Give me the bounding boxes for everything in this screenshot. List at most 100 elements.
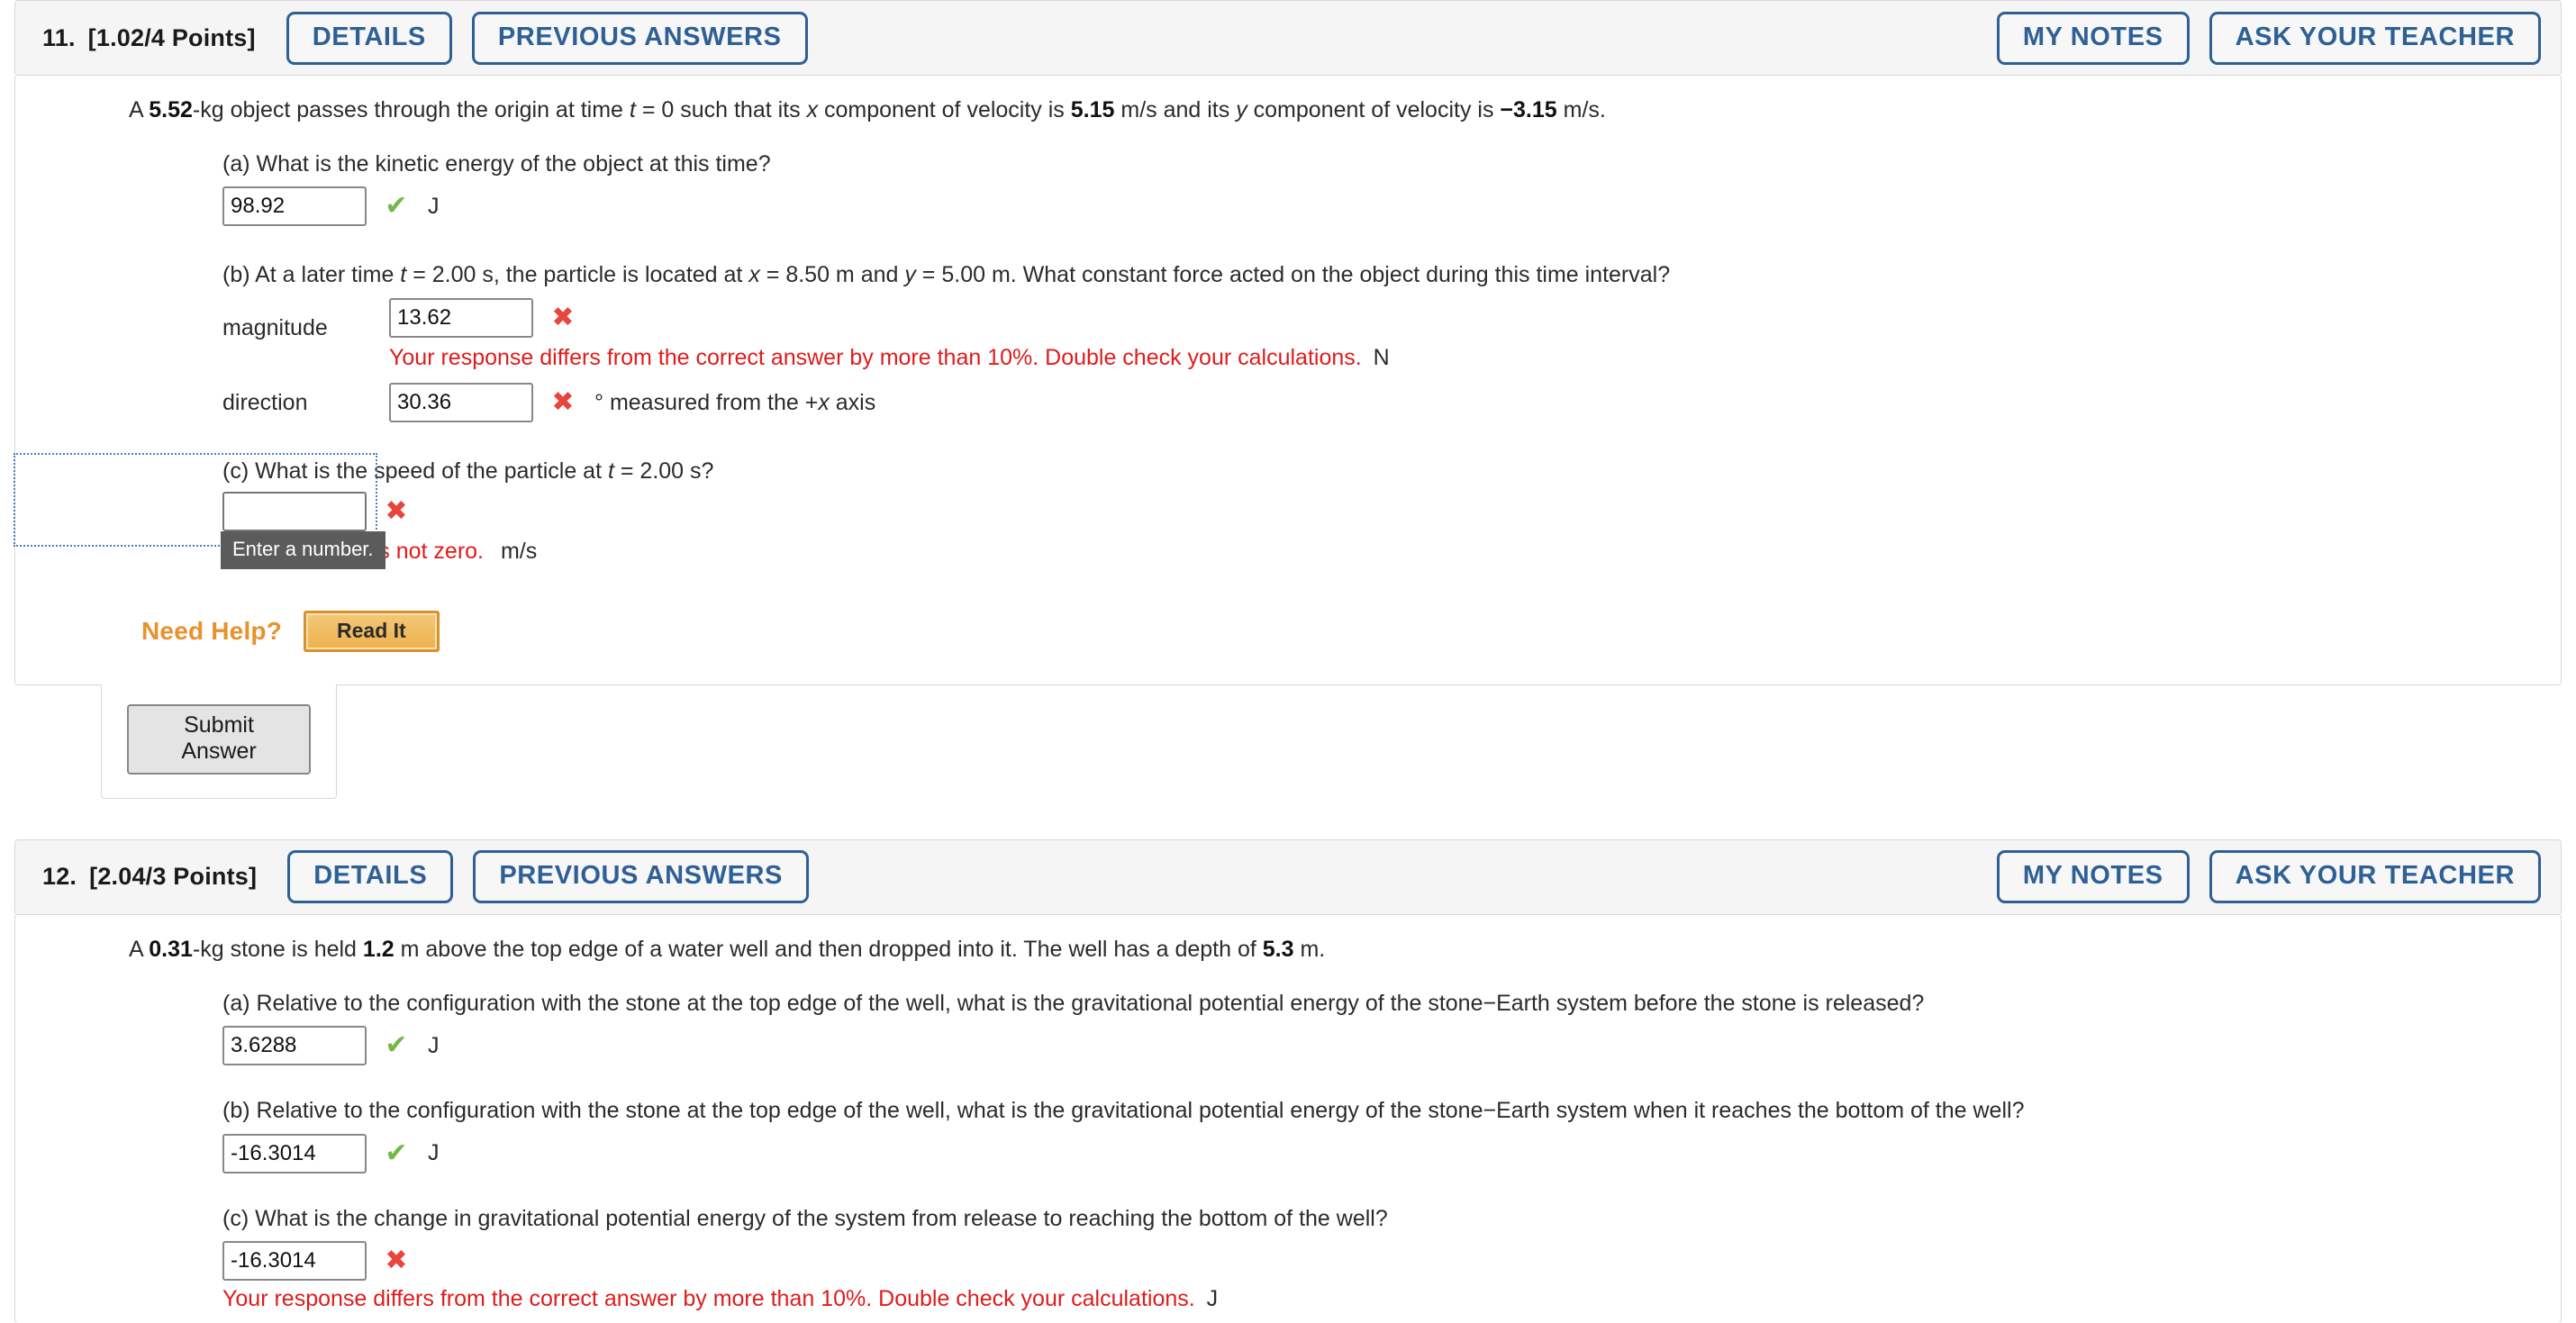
- problem-12-points: [2.04/3 Points]: [89, 863, 258, 891]
- part-c-error-row: swer is not zero. m/s Enter a number.: [221, 530, 2561, 573]
- problem-11-need-help: Need Help? Read It: [15, 610, 2561, 652]
- part-b-question: (b) Relative to the configuration with t…: [222, 1098, 2025, 1123]
- problem-11-part-b: (b) At a later time t = 2.00 s, the part…: [15, 260, 2561, 423]
- problem-11-header: 11. [1.02/4 Points] DETAILS PREVIOUS ANS…: [14, 0, 2562, 76]
- previous-answers-button[interactable]: PREVIOUS ANSWERS: [471, 11, 808, 65]
- problem-11-left-buttons: DETAILS PREVIOUS ANSWERS: [286, 11, 808, 65]
- assignment-page: 11. [1.02/4 Points] DETAILS PREVIOUS ANS…: [0, 0, 2576, 1323]
- stmt-text: m.: [1293, 936, 1326, 962]
- part-c-input[interactable]: [222, 491, 367, 531]
- part-c-answer-row: ✖: [222, 491, 2561, 531]
- problem-12-right-buttons: MY NOTES ASK YOUR TEACHER: [1996, 850, 2541, 904]
- part-c-question: (c) What is the speed of the particle at…: [222, 457, 2561, 486]
- problem-11-number: 11.: [42, 23, 76, 51]
- need-help-label: Need Help?: [141, 616, 283, 645]
- stmt-text: component of velocity is: [1247, 97, 1501, 122]
- correct-check-icon: ✔: [385, 191, 408, 222]
- stmt-text: m/s and its: [1114, 97, 1237, 122]
- problem-11: 11. [1.02/4 Points] DETAILS PREVIOUS ANS…: [0, 0, 2576, 800]
- part-b-magnitude-error: Your response differs from the correct a…: [389, 344, 1362, 370]
- unit-text: ° measured from the +: [594, 389, 819, 415]
- problem-12-part-a: (a) Relative to the configuration with t…: [15, 989, 2561, 1065]
- correct-check-icon: ✔: [385, 1137, 408, 1168]
- part-c-unit: J: [1206, 1286, 1219, 1311]
- stmt-text: = 0 such that its: [635, 97, 807, 122]
- part-c-error-row: Your response differs from the correct a…: [222, 1284, 2561, 1314]
- part-a-answer-row: ✔ J: [222, 186, 2561, 227]
- part-b-text: = 5.00 m. What constant force acted on t…: [915, 262, 1671, 288]
- part-b-input[interactable]: [222, 1133, 367, 1173]
- stmt-text: component of velocity is: [818, 97, 1071, 122]
- stmt-vy: −3.15: [1500, 97, 1557, 122]
- part-c-var-t: t: [607, 458, 614, 485]
- enter-a-number-tooltip: Enter a number.: [221, 530, 385, 569]
- problem-12-body: A 0.31-kg stone is held 1.2 m above the …: [14, 914, 2562, 1323]
- read-it-button[interactable]: Read It: [304, 610, 440, 652]
- my-notes-button[interactable]: MY NOTES: [1996, 850, 2190, 904]
- my-notes-button[interactable]: MY NOTES: [1996, 11, 2190, 65]
- unit-var-x: x: [818, 389, 830, 415]
- stmt-text: m/s.: [1556, 97, 1606, 122]
- problem-12: 12. [2.04/3 Points] DETAILS PREVIOUS ANS…: [0, 838, 2576, 1323]
- problem-11-points: [1.02/4 Points]: [87, 23, 256, 51]
- part-b-direction-input[interactable]: [389, 383, 533, 423]
- problem-11-submit-wrap: Submit Answer: [101, 684, 337, 799]
- part-c-text: (c) What is the speed of the particle at: [222, 458, 608, 485]
- part-b-var-y: y: [904, 262, 916, 288]
- part-b-answer-row: ✔ J: [222, 1133, 2561, 1173]
- part-a-answer-row: ✔ J: [222, 1026, 2561, 1065]
- problem-12-header: 12. [2.04/3 Points] DETAILS PREVIOUS ANS…: [14, 838, 2562, 915]
- stmt-var-x: x: [806, 97, 819, 122]
- stmt-text: -kg stone is held: [192, 936, 363, 962]
- incorrect-cross-icon: ✖: [385, 1246, 408, 1275]
- problem-11-part-c: (c) What is the speed of the particle at…: [14, 453, 2561, 573]
- part-b-text: = 2.00 s, the particle is located at: [406, 262, 749, 288]
- incorrect-cross-icon: ✖: [551, 303, 575, 333]
- stmt-height: 1.2: [362, 936, 395, 962]
- correct-check-icon: ✔: [385, 1030, 408, 1060]
- part-a-unit: J: [428, 193, 440, 219]
- part-a-question: (a) What is the kinetic energy of the ob…: [222, 150, 771, 177]
- part-b-magnitude-error-row: Your response differs from the correct a…: [389, 343, 2561, 373]
- problem-11-right-buttons: MY NOTES ASK YOUR TEACHER: [1996, 11, 2541, 65]
- ask-your-teacher-button[interactable]: ASK YOUR TEACHER: [2209, 850, 2541, 904]
- magnitude-label: magnitude: [222, 314, 328, 340]
- stmt-text: m above the top edge of a water well and…: [394, 936, 1263, 962]
- problem-11-body: A 5.52-kg object passes through the orig…: [14, 76, 2562, 685]
- part-a-input[interactable]: [222, 1026, 367, 1065]
- stmt-text: A: [129, 97, 150, 122]
- problem-11-statement: A 5.52-kg object passes through the orig…: [15, 76, 2561, 126]
- stmt-text: -kg object passes through the origin at …: [192, 97, 630, 122]
- direction-label: direction: [222, 389, 308, 415]
- part-b-magnitude-group: magnitude ✖ Your response differs from t…: [222, 295, 2561, 373]
- incorrect-cross-icon: ✖: [551, 387, 575, 418]
- problem-12-left-buttons: DETAILS PREVIOUS ANSWERS: [287, 850, 809, 904]
- part-b-magnitude-unit: N: [1373, 344, 1390, 370]
- part-c-unit: m/s: [500, 538, 538, 564]
- part-c-text: = 2.00 s?: [613, 458, 714, 485]
- problem-12-statement: A 0.31-kg stone is held 1.2 m above the …: [15, 915, 2561, 965]
- ask-your-teacher-button[interactable]: ASK YOUR TEACHER: [2209, 11, 2541, 65]
- part-c-question: (c) What is the change in gravitational …: [222, 1205, 1388, 1231]
- part-b-direction-unit: ° measured from the +x axis: [594, 390, 875, 416]
- stmt-vx: 5.15: [1070, 97, 1115, 122]
- stmt-var-t: t: [629, 97, 636, 122]
- stmt-depth: 5.3: [1262, 936, 1294, 962]
- part-a-question: (a) Relative to the configuration with t…: [222, 990, 1925, 1016]
- problem-12-part-b: (b) Relative to the configuration with t…: [15, 1096, 2561, 1173]
- part-b-var-x: x: [748, 262, 760, 288]
- details-button[interactable]: DETAILS: [287, 850, 454, 904]
- submit-answer-button[interactable]: Submit Answer: [127, 703, 311, 775]
- part-c-input[interactable]: [222, 1241, 367, 1281]
- stmt-var-y: y: [1236, 97, 1247, 122]
- part-a-input[interactable]: [222, 186, 367, 227]
- stmt-text: A: [129, 936, 150, 962]
- part-b-magnitude-input[interactable]: [389, 298, 533, 339]
- part-b-text: (b) At a later time: [222, 262, 401, 288]
- previous-answers-button[interactable]: PREVIOUS ANSWERS: [473, 850, 809, 904]
- details-button[interactable]: DETAILS: [286, 11, 452, 65]
- unit-text: axis: [829, 389, 876, 415]
- part-b-direction-row: direction ✖ ° measured from the +x axis: [222, 383, 2561, 423]
- problem-12-part-c: (c) What is the change in gravitational …: [15, 1204, 2561, 1314]
- part-b-question: (b) At a later time t = 2.00 s, the part…: [222, 260, 2561, 290]
